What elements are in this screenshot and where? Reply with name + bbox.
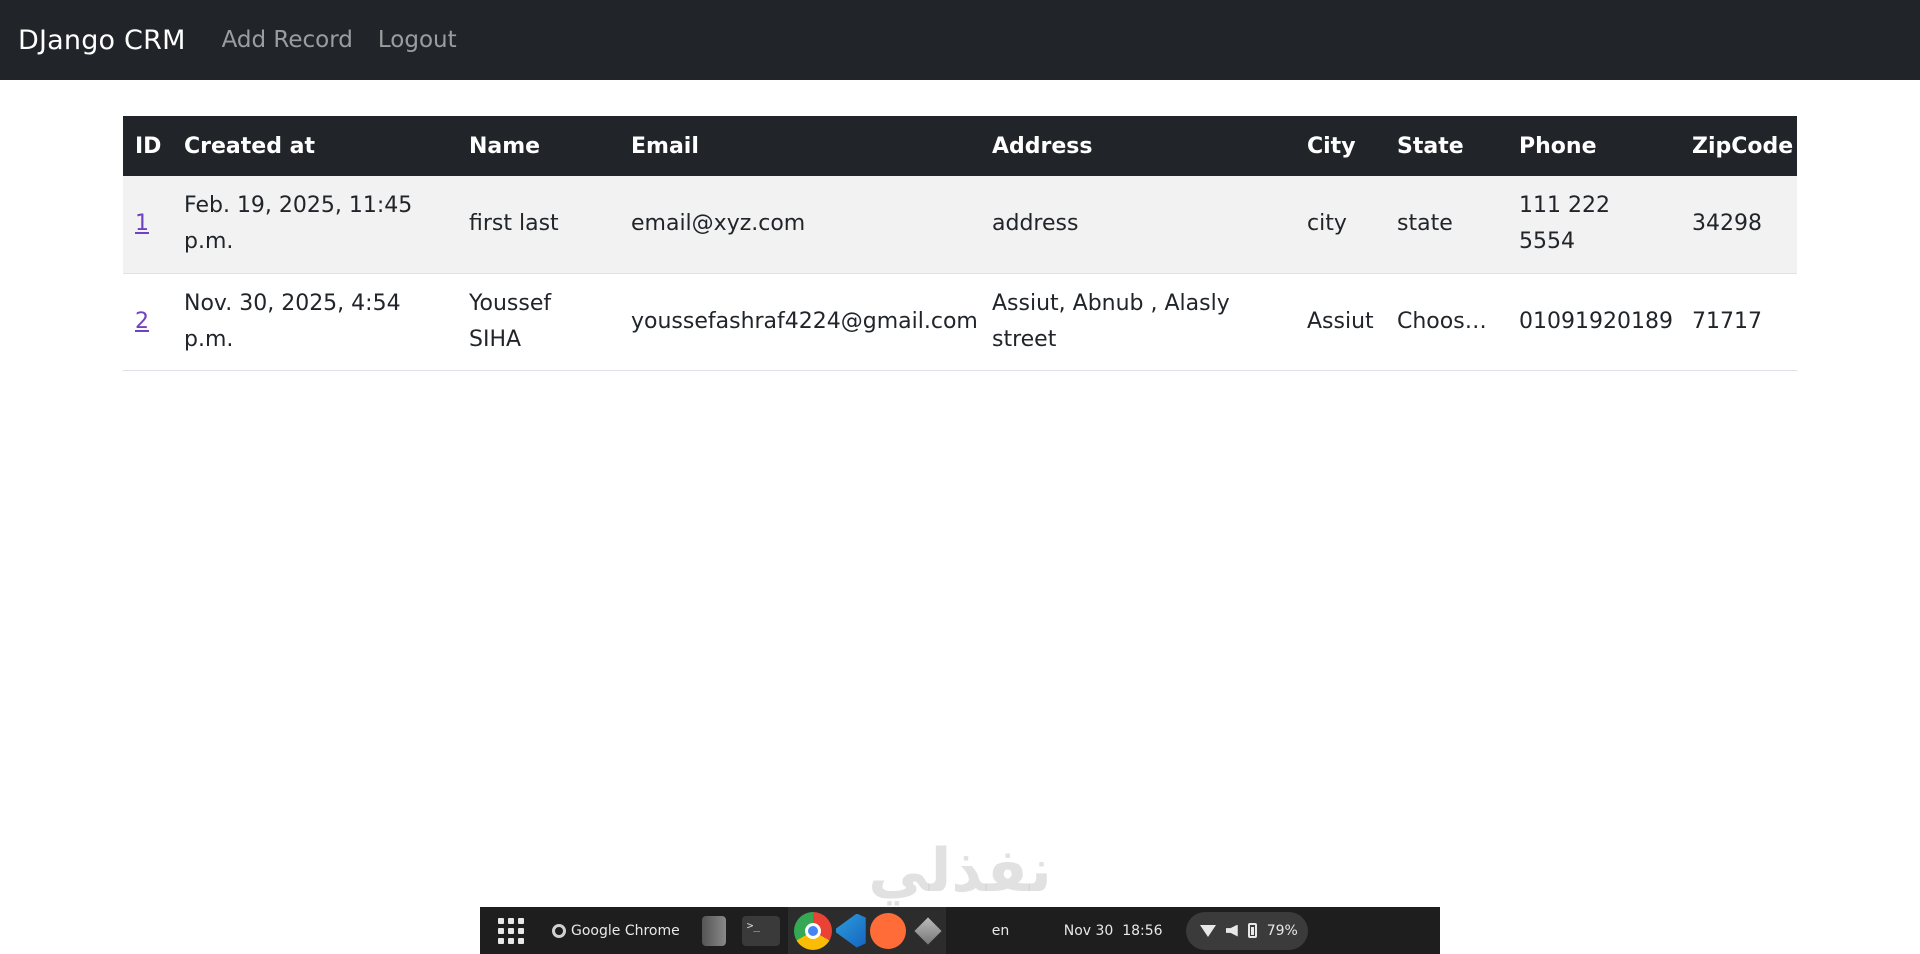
cell-state: state — [1385, 176, 1507, 274]
cell-created-at: Feb. 19, 2025, 11:45 p.m. — [172, 176, 457, 274]
cell-id: 2 — [123, 273, 172, 371]
chrome-icon — [552, 923, 566, 938]
vscode-icon[interactable] — [835, 913, 866, 948]
column-header-city: City — [1307, 133, 1356, 159]
taskbar: Google Chrome >_ en Nov 30 18:56 79% — [480, 907, 1440, 954]
column-header-address: Address — [992, 133, 1093, 159]
column-header-phone: Phone — [1519, 133, 1597, 159]
cell-zipcode: 34298 — [1680, 176, 1797, 274]
cell-zipcode: 71717 — [1680, 273, 1797, 371]
cell-email: email@xyz.com — [619, 176, 980, 274]
cell-id: 1 — [123, 176, 172, 274]
records-table-container: ID Created at Name Email Address City St… — [123, 116, 1797, 371]
table-row: 2 Nov. 30, 2025, 4:54 p.m. Youssef SIHA … — [123, 273, 1797, 371]
cell-address: Assiut, Abnub , Alasly street — [980, 273, 1295, 371]
column-header-email: Email — [631, 133, 699, 159]
language-indicator[interactable]: en — [992, 907, 1052, 954]
volume-icon — [1225, 924, 1238, 937]
column-header-id: ID — [135, 133, 162, 159]
wifi-icon — [1199, 924, 1216, 937]
record-link[interactable]: 1 — [135, 211, 149, 236]
battery-icon — [1247, 923, 1257, 938]
cell-city: city — [1295, 176, 1385, 274]
cell-name: first last — [457, 176, 619, 274]
app-window-icon[interactable] — [701, 915, 726, 946]
column-header-created-at: Created at — [184, 133, 315, 159]
clock-date: Nov 30 — [1063, 922, 1114, 939]
records-table: ID Created at Name Email Address City St… — [123, 116, 1797, 371]
column-header-zipcode: ZipCode — [1692, 133, 1794, 159]
watermark-logo: نفذلي — [868, 836, 1052, 906]
table-row: 1 Feb. 19, 2025, 11:45 p.m. first last e… — [123, 176, 1797, 274]
cell-created-at: Nov. 30, 2025, 4:54 p.m. — [172, 273, 457, 371]
add-record-link[interactable]: Add Record — [222, 27, 353, 53]
cell-email: youssefashraf4224@gmail.com — [619, 273, 980, 371]
clock[interactable]: Nov 30 18:56 — [1064, 907, 1174, 954]
clock-time: 18:56 — [1122, 922, 1163, 939]
logout-link[interactable]: Logout — [378, 27, 457, 53]
cell-state: Choose... — [1385, 273, 1507, 371]
cell-phone: 01091920189 — [1507, 273, 1680, 371]
brand-link[interactable]: DJango CRM — [18, 25, 186, 56]
system-tray[interactable]: 79% — [1185, 911, 1308, 950]
chrome-window-label: Google Chrome — [571, 922, 680, 939]
table-header-row: ID Created at Name Email Address City St… — [123, 116, 1797, 176]
cell-name: Youssef SIHA — [457, 273, 619, 371]
app-grid-icon[interactable] — [480, 907, 542, 954]
dock-running-apps — [787, 907, 946, 954]
chrome-icon[interactable] — [793, 911, 832, 950]
cell-city: Assiut — [1295, 273, 1385, 371]
navbar: DJango CRM Add Record Logout — [0, 0, 1920, 80]
column-header-name: Name — [469, 133, 541, 159]
cell-phone: 111 222 5554 — [1507, 176, 1680, 274]
postman-icon[interactable] — [869, 912, 906, 949]
terminal-icon[interactable]: >_ — [741, 915, 780, 946]
box-icon[interactable] — [914, 916, 942, 945]
cell-address: address — [980, 176, 1295, 274]
chrome-window-title[interactable]: Google Chrome — [542, 907, 694, 954]
column-header-state: State — [1397, 133, 1464, 159]
record-link[interactable]: 2 — [135, 309, 149, 334]
battery-percent: 79% — [1266, 922, 1298, 939]
